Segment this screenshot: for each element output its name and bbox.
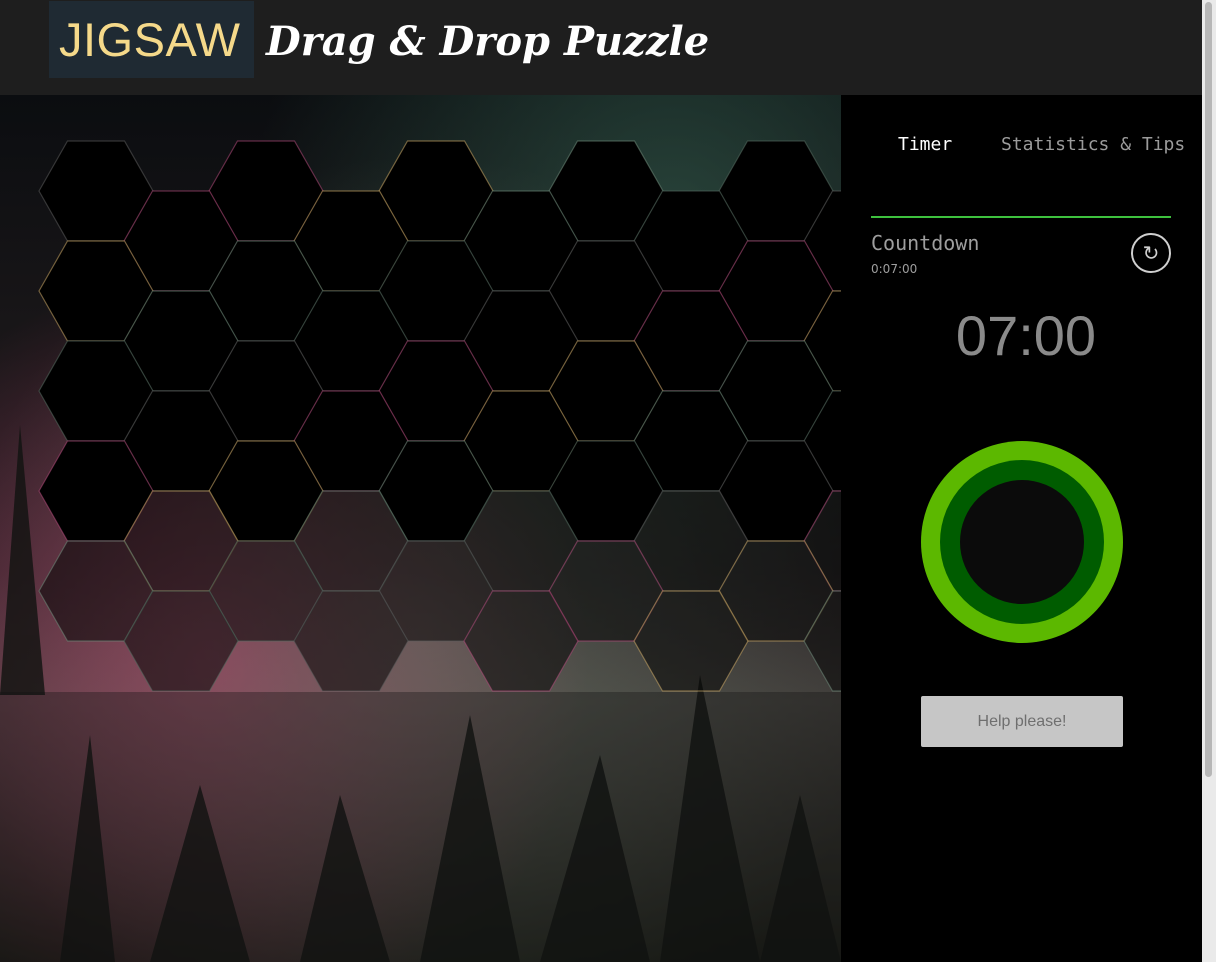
countdown-title: Countdown bbox=[871, 231, 980, 255]
countdown-ring bbox=[921, 441, 1123, 643]
countdown-display: 07:00 bbox=[955, 304, 1097, 367]
countdown-setting: 0:07:00 bbox=[871, 262, 918, 276]
scrollbar-thumb[interactable] bbox=[1205, 2, 1212, 777]
reset-timer-button[interactable]: ↻ bbox=[1131, 233, 1171, 273]
timer-divider bbox=[871, 216, 1171, 218]
puzzle-board[interactable] bbox=[0, 95, 841, 962]
app-subtitle: Drag & Drop Puzzle bbox=[266, 18, 710, 65]
puzzle-stage bbox=[0, 95, 841, 962]
app-logo[interactable]: JIGSAW bbox=[59, 12, 240, 67]
tab-timer[interactable]: Timer bbox=[898, 134, 952, 155]
tab-statistics-tips[interactable]: Statistics & Tips bbox=[1001, 134, 1185, 155]
help-button[interactable]: Help please! bbox=[921, 696, 1123, 747]
refresh-icon: ↻ bbox=[1142, 241, 1160, 265]
